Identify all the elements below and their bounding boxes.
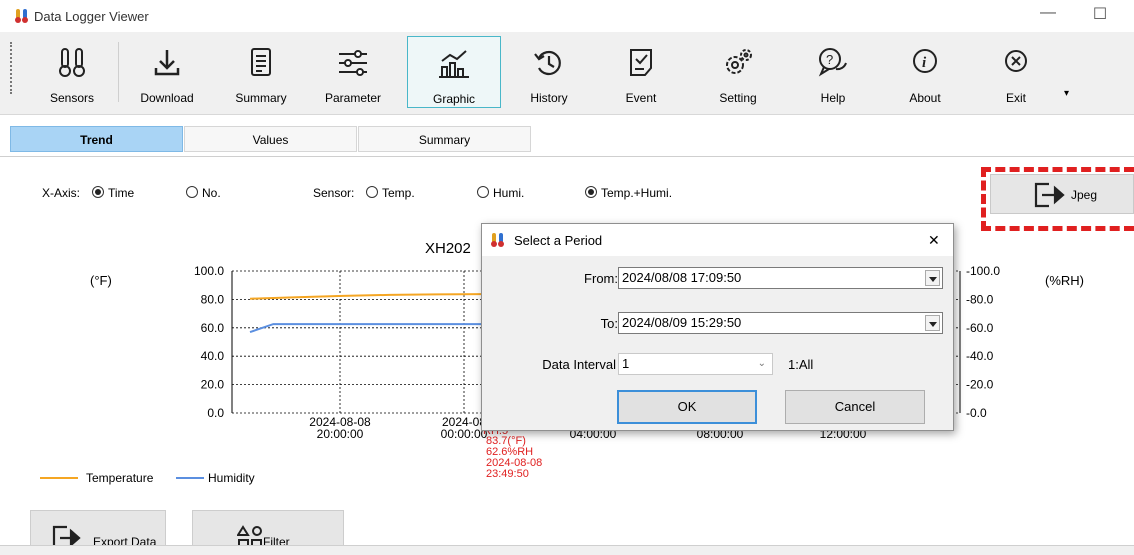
toolbar-grip[interactable] — [10, 42, 14, 94]
exit-icon — [1005, 50, 1027, 72]
y2-tick-label: -20.0 — [966, 378, 994, 392]
y2-tick-label: -40.0 — [966, 349, 994, 363]
legend-humidity: Humidity — [208, 471, 255, 485]
dialog-title: Select a Period — [514, 233, 603, 248]
y-tick-label: 40.0 — [201, 349, 225, 363]
dialog-header: Select a Period ✕ — [482, 224, 953, 256]
toolbar-download-button[interactable]: Download — [126, 36, 208, 108]
setting-icon — [726, 49, 752, 74]
chevron-down-icon[interactable] — [925, 270, 940, 286]
chart-title: XH202 — [425, 240, 471, 257]
y-axis-right-label: (%RH) — [1045, 273, 1084, 288]
legend-temperature: Temperature — [86, 471, 154, 485]
toolbar-parameter-button[interactable]: Parameter — [312, 36, 394, 108]
to-label: To: — [600, 316, 618, 331]
from-value: 2024/08/08 17:09:50 — [622, 270, 742, 285]
about-icon: i — [913, 49, 937, 73]
toolbar-history-button[interactable]: History — [508, 36, 590, 108]
app-logo-icon — [491, 233, 504, 247]
toolbar-about-button[interactable]: i About — [884, 36, 966, 108]
toolbar-label: Download — [140, 91, 194, 105]
to-combobox[interactable]: 2024/08/09 15:29:50 — [618, 312, 943, 334]
toolbar-label: Graphic — [432, 92, 476, 106]
toolbar-summary-button[interactable]: Summary — [220, 36, 302, 108]
toolbar-label: Event — [625, 91, 657, 105]
y-tick-label: 20.0 — [201, 378, 225, 392]
toolbar-overflow-button[interactable]: ▾ — [1064, 88, 1069, 99]
help-icon: ? — [818, 48, 847, 77]
y2-tick-label: -80.0 — [966, 292, 994, 306]
tab-trend[interactable]: Trend — [10, 126, 183, 152]
toolbar-label: Summary — [235, 91, 287, 105]
summary-icon — [251, 48, 271, 76]
toolbar-label: Help — [820, 91, 846, 105]
toolbar-label: About — [909, 91, 941, 105]
toolbar-help-button[interactable]: ? Help — [792, 36, 874, 108]
y2-tick-label: -60.0 — [966, 321, 994, 335]
chevron-down-icon: ⌄ — [757, 358, 766, 369]
chevron-down-icon[interactable] — [925, 315, 940, 331]
toolbar-label: History — [530, 91, 568, 105]
minimize-button[interactable]: — — [1033, 4, 1063, 22]
tab-summary[interactable]: Summary — [358, 126, 531, 152]
from-combobox[interactable]: 2024/08/08 17:09:50 — [618, 267, 943, 289]
interval-hint: 1:All — [788, 357, 814, 372]
toolbar: Sensors Download Summary Parameter Graph… — [0, 32, 1134, 115]
parameter-icon — [339, 50, 367, 76]
toolbar-label: Parameter — [324, 91, 382, 105]
y-tick-label: 100.0 — [194, 264, 224, 278]
history-icon — [534, 50, 561, 76]
y-tick-label: 0.0 — [207, 406, 224, 420]
x-tick-time: 20:00:00 — [317, 427, 364, 441]
y-tick-label: 60.0 — [201, 321, 225, 335]
window-title: Data Logger Viewer — [34, 9, 149, 24]
svg-text:?: ? — [826, 52, 833, 67]
y-tick-label: 80.0 — [201, 292, 225, 306]
series-line-temperature — [249, 293, 483, 300]
to-value: 2024/08/09 15:29:50 — [622, 315, 742, 330]
toolbar-event-button[interactable]: Event — [600, 36, 682, 108]
maximize-button[interactable]: ☐ — [1085, 4, 1115, 24]
svg-text:i: i — [922, 55, 927, 71]
toolbar-label: Exit — [1005, 91, 1026, 105]
y2-tick-label: -0.0 — [966, 406, 987, 420]
view-tabs: Trend Values Summary — [0, 120, 1134, 156]
ok-button[interactable]: OK — [617, 390, 757, 424]
dialog-close-button[interactable]: ✕ — [928, 232, 940, 249]
legend: Temperature Humidity — [40, 471, 255, 485]
sensors-icon — [59, 48, 85, 77]
download-icon — [154, 50, 180, 76]
app-logo-icon — [15, 9, 28, 23]
select-period-dialog: Select a Period ✕ From: 2024/08/08 17:09… — [481, 223, 954, 431]
event-icon — [630, 49, 652, 76]
interval-select[interactable]: 1 ⌄ — [618, 353, 773, 375]
interval-label: Data Interval — [542, 357, 616, 372]
toolbar-label: Setting — [719, 91, 757, 105]
toolbar-setting-button[interactable]: Setting — [697, 36, 779, 108]
interval-value: 1 — [622, 356, 630, 371]
graphic-icon — [439, 50, 469, 78]
from-label: From: — [584, 271, 618, 286]
y-axis-left-label: (°F) — [90, 273, 112, 288]
toolbar-graphic-button[interactable]: Graphic — [407, 36, 501, 108]
toolbar-label: Sensors — [49, 91, 95, 105]
title-bar: Data Logger Viewer — ☐ — [0, 0, 1134, 32]
cancel-button[interactable]: Cancel — [785, 390, 925, 424]
tab-values[interactable]: Values — [184, 126, 357, 152]
y2-tick-label: -100.0 — [966, 264, 1000, 278]
tooltip-line: 23:49:50 — [486, 468, 529, 480]
tooltip: RH:5 83.7(°F) 62.6%RH 2024-08-08 23:49:5… — [483, 425, 542, 480]
toolbar-exit-button[interactable]: Exit — [975, 36, 1057, 108]
toolbar-sensors-button[interactable]: Sensors — [31, 36, 113, 108]
